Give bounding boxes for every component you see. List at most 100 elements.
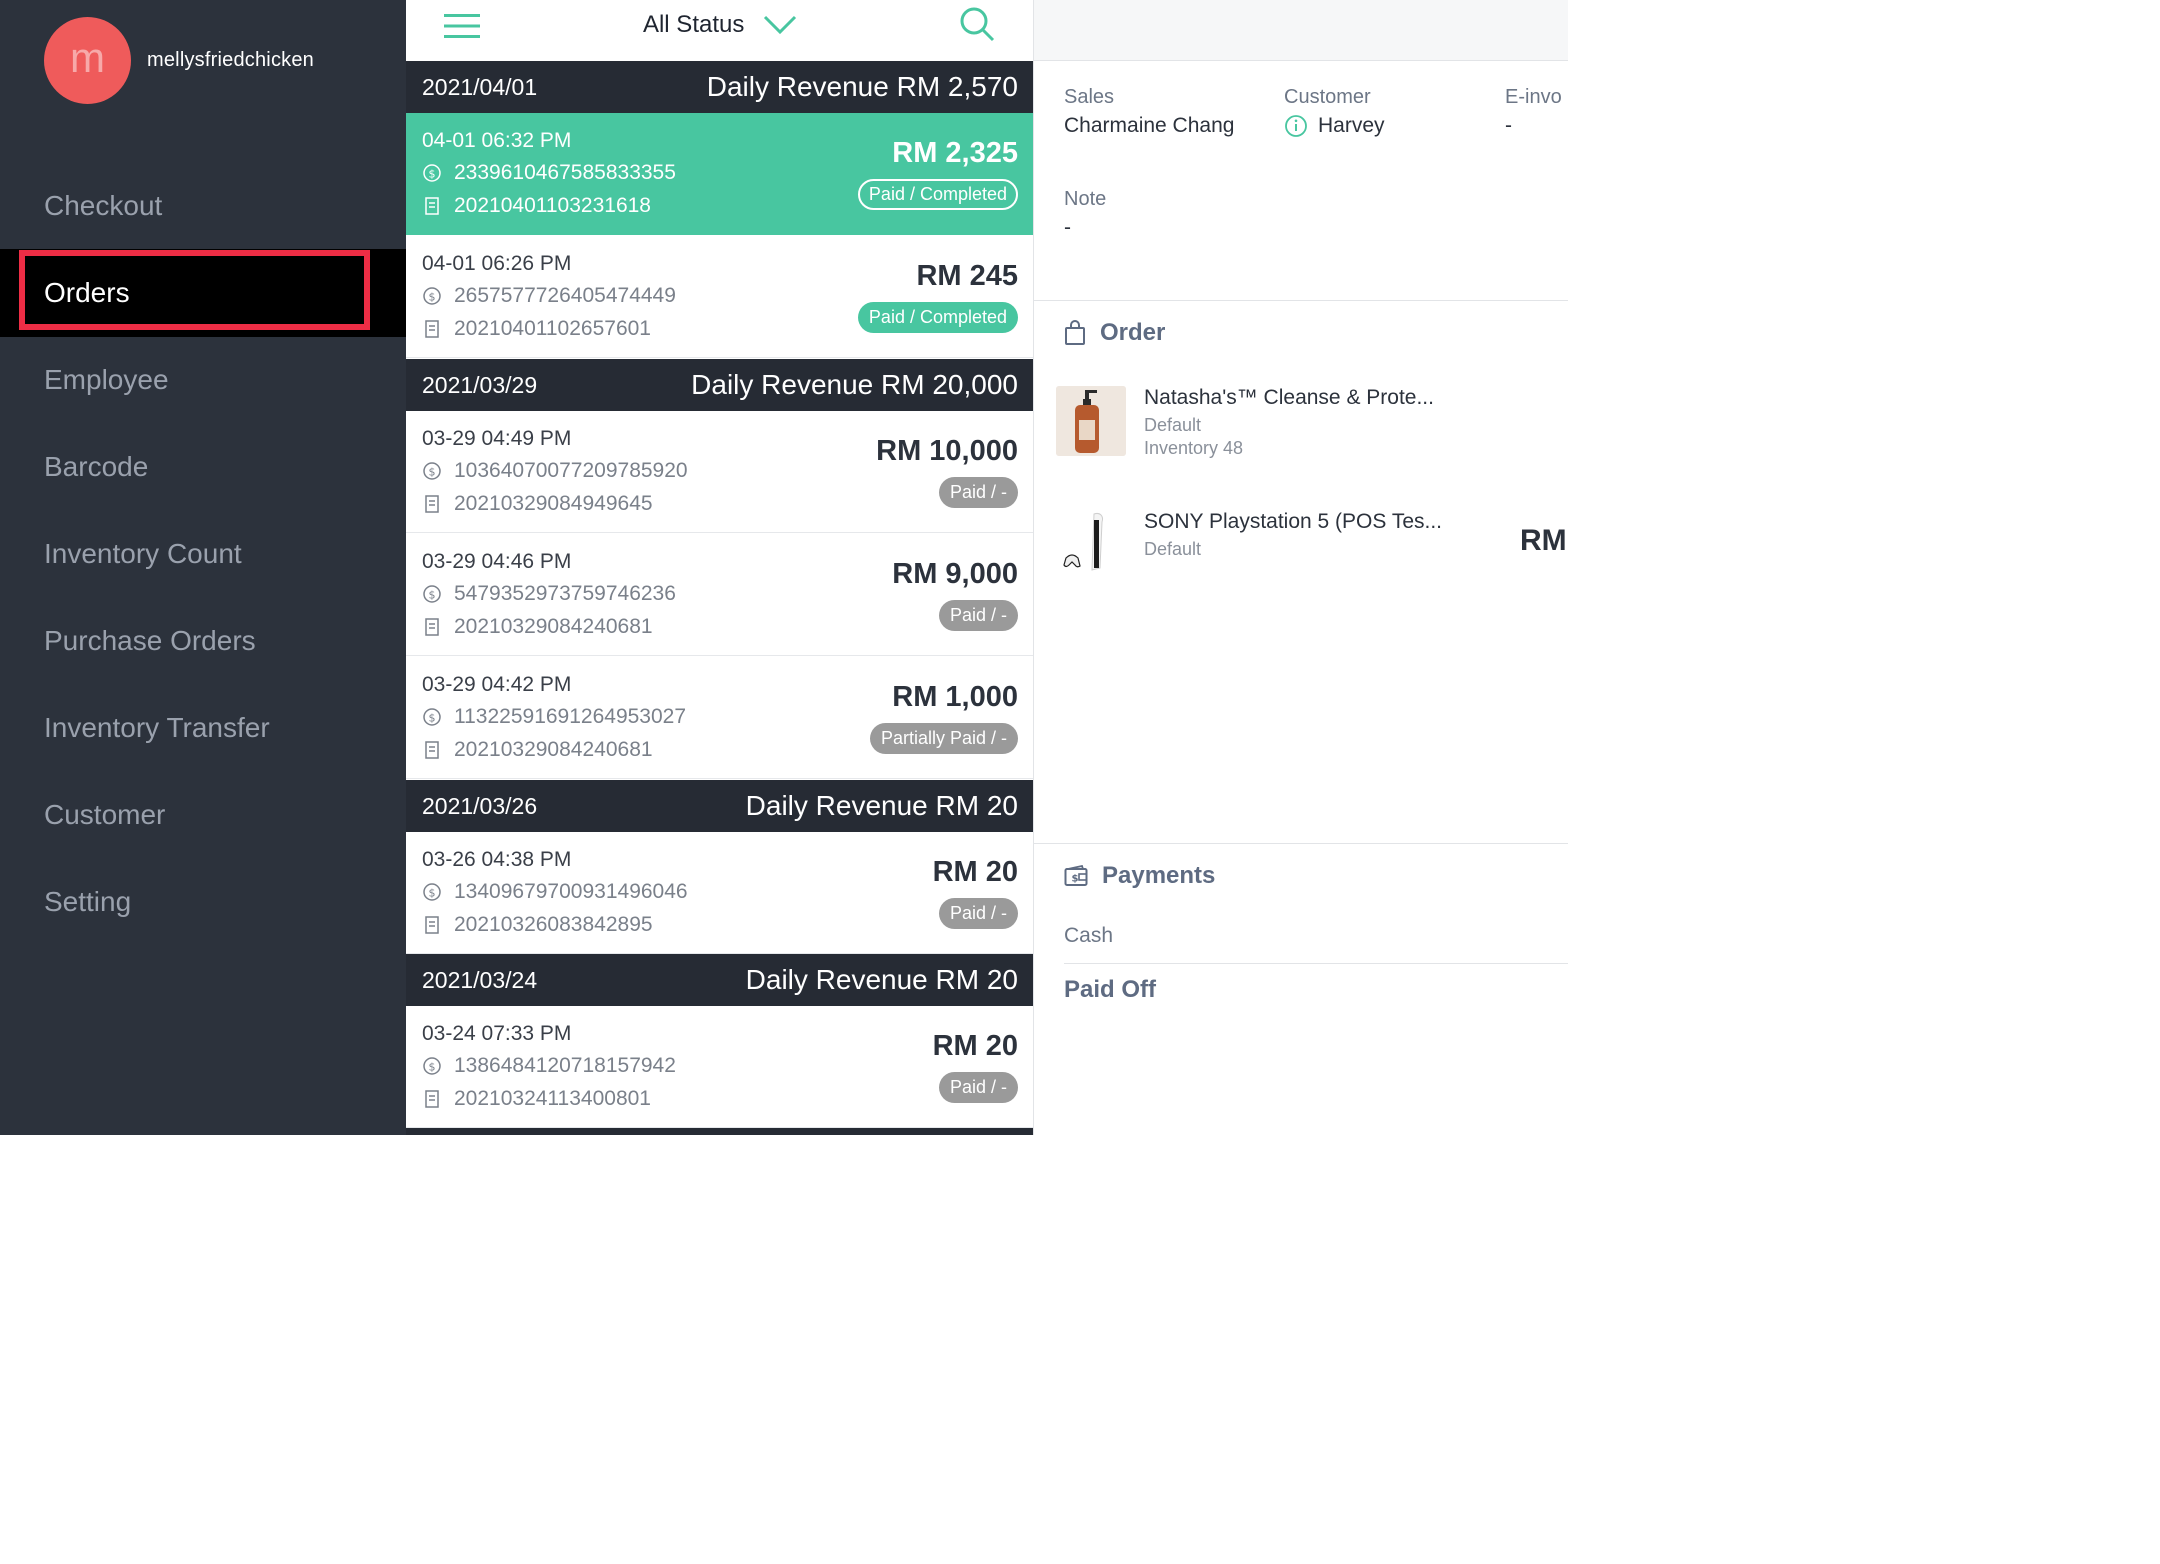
dollar-circle-icon: $ bbox=[423, 585, 441, 603]
order-amount: RM 2,325 bbox=[892, 137, 1018, 169]
order-payment-id: $ 2339610467585833355 bbox=[422, 161, 676, 185]
nav-item-inventory-count[interactable]: Inventory Count bbox=[0, 510, 406, 598]
order-time: 04-01 06:32 PM bbox=[422, 129, 572, 152]
svg-text:$: $ bbox=[1072, 874, 1079, 885]
day-header: 2021/03/29 Daily Revenue RM 20,000 bbox=[406, 359, 1034, 411]
order-time: 03-26 04:38 PM bbox=[422, 848, 572, 871]
payment-method: Cash bbox=[1064, 924, 1114, 947]
order-row[interactable]: 03-29 04:49 PM $ 1036407007720978592​0 2… bbox=[406, 411, 1034, 533]
customer-label: Customer bbox=[1284, 86, 1371, 108]
customer-name: Harvey bbox=[1318, 114, 1385, 137]
order-amount: RM 20 bbox=[932, 856, 1018, 888]
product-thumbnail bbox=[1056, 510, 1126, 580]
payment-id-text: 1036407007720978592​0 bbox=[454, 459, 688, 482]
sales-label: Sales bbox=[1064, 86, 1115, 108]
order-time: 03-29 04:42 PM bbox=[422, 673, 572, 696]
day-header: 2021/03/26 Daily Revenue RM 20 bbox=[406, 780, 1034, 832]
chevron-down-icon bbox=[763, 15, 797, 34]
receipt-no-text: 20210326083842895 bbox=[454, 913, 653, 936]
order-payment-id: $ 5479352973759746236 bbox=[422, 582, 676, 606]
order-receipt-no: 20210329084240681 bbox=[422, 738, 653, 762]
item-name: Natasha's™ Cleanse & Prote... bbox=[1144, 386, 1434, 409]
payment-id-text: 2657577726405474449 bbox=[454, 284, 676, 307]
order-amount: RM 245 bbox=[916, 260, 1018, 292]
payments-section-title: $ Payments bbox=[1064, 862, 1215, 890]
order-title-text: Order bbox=[1100, 319, 1166, 346]
order-receipt-no: 20210401103231618 bbox=[422, 194, 651, 218]
order-time: 03-24 07:33 PM bbox=[422, 1022, 572, 1045]
receipt-no-text: 20210401102657601 bbox=[454, 317, 651, 340]
item-inventory: Inventory 48 bbox=[1144, 438, 1244, 458]
daily-revenue: Daily Revenue RM 20 bbox=[745, 964, 1018, 995]
order-receipt-no: 20210329084949645 bbox=[422, 492, 653, 516]
receipt-no-text: 20210329084240681 bbox=[454, 738, 653, 761]
einvoice-label: E-invo bbox=[1505, 86, 1562, 108]
cleanser-bottle-icon bbox=[1056, 386, 1126, 456]
day-date: 2021/04/01 bbox=[422, 73, 538, 100]
svg-text:$: $ bbox=[429, 1061, 436, 1074]
nav-item-purchase-orders[interactable]: Purchase Orders bbox=[0, 597, 406, 685]
nav-item-setting[interactable]: Setting bbox=[0, 858, 406, 946]
svg-text:$: $ bbox=[429, 887, 436, 900]
status-filter-dropdown[interactable]: All Status bbox=[406, 10, 1034, 39]
nav-item-inventory-transfer[interactable]: Inventory Transfer bbox=[0, 684, 406, 772]
product-thumbnail bbox=[1056, 386, 1126, 456]
order-row[interactable]: 03-26 04:38 PM $ 13409679700931496046 20… bbox=[406, 832, 1034, 954]
order-time: 03-29 04:46 PM bbox=[422, 550, 572, 573]
search-icon[interactable] bbox=[959, 6, 995, 42]
order-row[interactable]: 03-29 04:46 PM $ 5479352973759746236 202… bbox=[406, 534, 1034, 656]
receipt-no-text: 20210329084240681 bbox=[454, 615, 653, 638]
order-payment-id: $ 13409679700931496046 bbox=[422, 880, 688, 904]
username: mellysfriedchicken bbox=[147, 49, 314, 71]
order-receipt-no: 20210324113400801 bbox=[422, 1087, 651, 1111]
svg-text:$: $ bbox=[429, 712, 436, 725]
order-section-title: Order bbox=[1064, 319, 1165, 347]
svg-text:$: $ bbox=[429, 168, 436, 181]
receipt-icon bbox=[425, 741, 439, 759]
dollar-circle-icon: $ bbox=[423, 462, 441, 480]
order-time: 04-01 06:26 PM bbox=[422, 252, 572, 275]
item-variant: Default bbox=[1144, 539, 1202, 559]
payments-title-text: Payments bbox=[1102, 862, 1216, 889]
item-price: RM bbox=[1520, 524, 1567, 557]
daily-revenue: Daily Revenue RM 20 bbox=[745, 790, 1018, 821]
info-icon bbox=[1285, 115, 1307, 137]
day-date: 2021/03/26 bbox=[422, 792, 538, 819]
status-filter-label: All Status bbox=[642, 10, 745, 38]
order-item[interactable]: SONY Playstation 5 (POS Tes... Default R… bbox=[1056, 510, 1568, 580]
order-row[interactable]: 04-01 06:26 PM $ 2657577726405474449 202… bbox=[406, 236, 1034, 358]
customer-value[interactable]: Harvey bbox=[1284, 114, 1385, 138]
order-item[interactable]: Natasha's™ Cleanse & Prote... Default In… bbox=[1056, 386, 1568, 466]
nav-item-employee[interactable]: Employee bbox=[0, 336, 406, 424]
day-header bbox=[406, 1128, 1034, 1135]
note-value: - bbox=[1064, 216, 1071, 239]
receipt-icon bbox=[425, 495, 439, 513]
order-payment-id: $ 2657577726405474449 bbox=[422, 284, 676, 308]
nav-item-customer[interactable]: Customer bbox=[0, 771, 406, 859]
order-row[interactable]: 03-24 07:33 PM $ 13864841207181579​42 20… bbox=[406, 1006, 1034, 1128]
nav-item-orders[interactable]: Orders bbox=[0, 249, 406, 337]
receipt-icon bbox=[425, 320, 439, 338]
svg-text:$: $ bbox=[429, 291, 436, 304]
avatar[interactable]: m bbox=[44, 17, 131, 104]
payment-id-text: 11322591691264953027 bbox=[454, 705, 687, 728]
order-row[interactable]: 03-29 04:42 PM $ 11322591691264953027 20… bbox=[406, 657, 1034, 779]
order-amount: RM 1,000 bbox=[892, 681, 1018, 713]
nav-item-checkout[interactable]: Checkout bbox=[0, 162, 406, 250]
receipt-icon bbox=[425, 1090, 439, 1108]
order-row[interactable]: 04-01 06:32 PM $ 2339610467585833355 202… bbox=[406, 113, 1034, 235]
status-badge: Paid / - bbox=[938, 898, 1018, 929]
paid-off-status: Paid Off bbox=[1064, 976, 1157, 1003]
profile[interactable]: m mellysfriedchicken bbox=[44, 17, 314, 104]
daily-revenue: Daily Revenue RM 20,000 bbox=[691, 369, 1018, 400]
status-badge: Paid / Completed bbox=[857, 302, 1018, 333]
svg-text:$: $ bbox=[429, 589, 436, 602]
dollar-circle-icon: $ bbox=[423, 883, 441, 901]
status-badge: Paid / - bbox=[938, 600, 1018, 631]
status-badge: Partially Paid / - bbox=[869, 723, 1018, 754]
nav-item-barcode[interactable]: Barcode bbox=[0, 423, 406, 511]
section-divider bbox=[1034, 843, 1568, 844]
dollar-circle-icon: $ bbox=[423, 708, 441, 726]
wallet-icon: $ bbox=[1064, 865, 1088, 886]
order-amount: RM 10,000 bbox=[876, 435, 1018, 467]
